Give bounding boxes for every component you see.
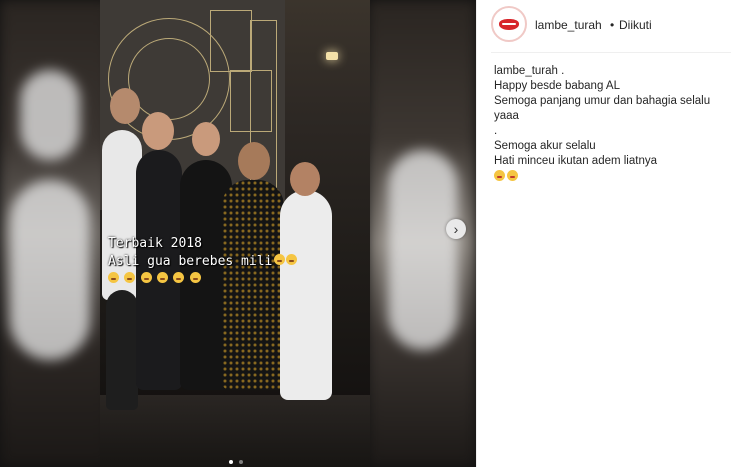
- caption-line: .: [494, 125, 498, 137]
- crying-emoji: [124, 272, 136, 283]
- person-white-shirt-legs: [106, 290, 138, 410]
- video-text-overlay: Terbaik 2018 Asli gua berebes mili: [108, 235, 298, 271]
- kissing-face-emoji: [494, 170, 505, 182]
- overlay-emoji-row: [108, 272, 202, 286]
- caption-emoji-line: [494, 169, 734, 184]
- overlay-line-1: Terbaik 2018: [108, 236, 202, 251]
- header-separator: •: [610, 18, 615, 32]
- follow-status-button[interactable]: Diikuti: [619, 18, 652, 32]
- caption-username-link[interactable]: lambe_turah: [494, 65, 558, 77]
- post-info-panel: lambe_turah • Diikuti lambe_turah . Happ…: [476, 0, 745, 467]
- caption-line: Happy besde babang AL: [494, 80, 620, 92]
- carousel-dot-active: [229, 460, 233, 464]
- post-header: lambe_turah • Diikuti: [491, 6, 731, 42]
- crying-emoji: [189, 272, 201, 283]
- person-head: [110, 88, 140, 124]
- kissing-face-emoji: [507, 170, 518, 182]
- caption-line: Semoga akur selalu: [494, 140, 596, 152]
- person-gold-dress: [222, 180, 284, 390]
- overlay-line-2: Asli gua berebes mili: [108, 254, 273, 269]
- caption-first-line: lambe_turah .: [494, 64, 734, 79]
- header-divider: [491, 52, 731, 53]
- person-head: [290, 162, 320, 196]
- person-head: [238, 142, 270, 180]
- carousel-indicator: [228, 451, 244, 467]
- chevron-right-icon: ›: [453, 221, 459, 237]
- crying-emoji: [157, 272, 169, 283]
- person-white-suit: [280, 190, 332, 400]
- post-video[interactable]: Terbaik 2018 Asli gua berebes mili: [100, 0, 370, 467]
- ceiling-light: [326, 52, 338, 60]
- crying-emoji: [108, 272, 119, 283]
- crying-emoji: [274, 254, 286, 265]
- header-username-link[interactable]: lambe_turah: [535, 18, 602, 32]
- crying-emoji: [286, 254, 298, 265]
- blurred-background-left: [0, 0, 110, 467]
- crying-emoji: [140, 272, 152, 283]
- post-caption: lambe_turah . Happy besde babang AL Semo…: [494, 64, 734, 184]
- person-head: [142, 112, 174, 150]
- caption-line: Semoga panjang umur dan bahagia selalu: [494, 95, 711, 107]
- avatar[interactable]: [491, 6, 527, 42]
- lips-logo-icon: [499, 19, 519, 30]
- caption-line: yaaa: [494, 110, 519, 122]
- caption-line: Hati minceu ikutan adem liatnya: [494, 155, 657, 167]
- post-media: Terbaik 2018 Asli gua berebes mili ›: [0, 0, 476, 467]
- crying-emoji: [173, 272, 185, 283]
- person-head: [192, 122, 220, 156]
- carousel-dot: [239, 460, 244, 464]
- next-slide-button[interactable]: ›: [446, 219, 466, 239]
- caption-suffix: .: [557, 65, 565, 77]
